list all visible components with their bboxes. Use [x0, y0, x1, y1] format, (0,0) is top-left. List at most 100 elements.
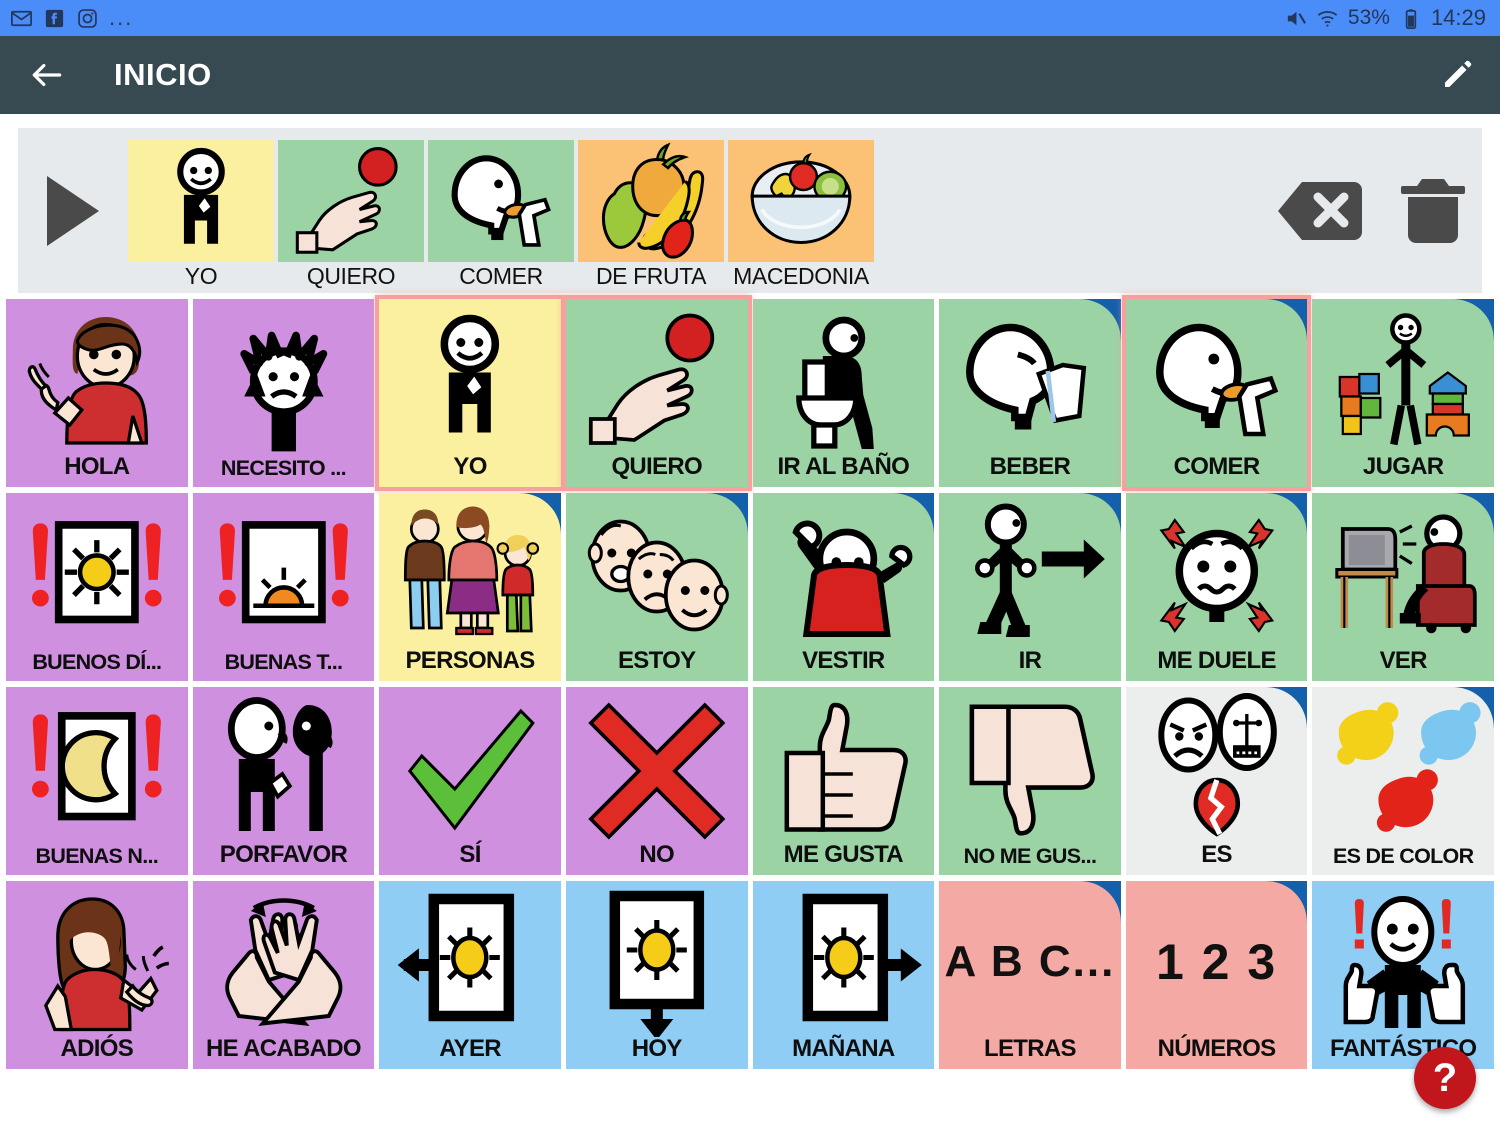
grid-cell: HOLA [6, 299, 188, 487]
sun-window-icon [6, 493, 188, 652]
pictogram-tile-letras[interactable]: A B C... LETRAS [939, 881, 1121, 1069]
pictogram-tile-label: MAÑANA [792, 1035, 895, 1062]
pictogram-tile-estoy[interactable]: ESTOY [565, 493, 748, 681]
pictogram-tile-beber[interactable]: BEBER [939, 299, 1121, 487]
sun-right-arrow-icon [753, 881, 935, 1037]
toilet-icon [753, 299, 935, 455]
pictogram-tile-label: BUENAS N... [35, 843, 159, 868]
pictogram-tile-label: BEBER [989, 453, 1071, 480]
battery-percent-label: 53% [1347, 6, 1390, 29]
pictogram-tile-fantástico[interactable]: FANTÁSTICO [1312, 881, 1494, 1069]
grid-cell: IR [939, 493, 1121, 681]
sentence-items: YO QUIERO COMER DE FRUTA MACEDONIA [128, 128, 874, 290]
123-text-label: 1 2 3 [1155, 934, 1278, 990]
facebook-icon [45, 9, 64, 27]
crossed-hands-icon [193, 881, 375, 1037]
pictogram-tile-ir-al-baño[interactable]: IR AL BAÑO [752, 299, 935, 487]
pictogram-tile-comer[interactable]: COMER [1121, 295, 1312, 491]
pictogram-tile-label: NO ME GUS... [963, 843, 1097, 868]
play-icon [47, 175, 99, 246]
sentence-item-label: MACEDONIA [733, 263, 869, 289]
pictogram-tile-es-de-color[interactable]: ES DE COLOR [1312, 687, 1494, 875]
head-eat-icon [1126, 299, 1308, 455]
pictogram-tile-sí[interactable]: SÍ [379, 687, 561, 875]
pictogram-tile-no[interactable]: NO [565, 687, 748, 875]
pictogram-tile-he-acabado[interactable]: HE ACABADO [192, 881, 375, 1069]
play-toys-icon [1312, 299, 1494, 455]
pictogram-tile-hola[interactable]: HOLA [6, 299, 188, 487]
pictogram-tile-label: IR AL BAÑO [777, 453, 910, 480]
grid-cell: HOY [565, 881, 748, 1069]
pictogram-tile-vestir[interactable]: VESTIR [752, 493, 935, 681]
pictogram-tile-label: ES DE COLOR [1332, 843, 1474, 868]
grid-cell: COMER [1121, 295, 1312, 491]
page-title: INICIO [114, 57, 212, 92]
grid-cell: IR AL BAÑO [752, 299, 935, 487]
sentence-item[interactable]: YO [128, 140, 274, 290]
sentence-item[interactable]: COMER [428, 140, 574, 290]
pictogram-tile-me-duele[interactable]: ME DUELE [1125, 493, 1308, 681]
pictogram-tile-buenos-dí[interactable]: BUENOS DÍ... [6, 493, 188, 681]
back-arrow-icon[interactable] [28, 56, 66, 94]
pictogram-tile-label: VESTIR [802, 647, 885, 674]
pictogram-tile-label: PORFAVOR [219, 841, 348, 868]
pictogram-tile-necesito[interactable]: NECESITO ... [192, 299, 375, 487]
sentence-item-label: COMER [459, 263, 543, 289]
pictogram-grid: HOLA NECESITO ... YO QUIERO IR AL BAÑO B… [6, 295, 1494, 1069]
pictogram-tile-personas[interactable]: PERSONAS [379, 493, 561, 681]
trash-icon[interactable] [1398, 175, 1468, 247]
grid-cell: VESTIR [752, 493, 935, 681]
sentence-item[interactable]: MACEDONIA [728, 140, 874, 290]
sentence-item[interactable]: DE FRUTA [578, 140, 724, 290]
fruits-icon [578, 140, 724, 262]
gmail-icon [11, 10, 32, 26]
pencil-icon[interactable] [1440, 58, 1474, 92]
pictogram-tile-hoy[interactable]: HOY [565, 881, 748, 1069]
thumb-down-icon [939, 687, 1121, 846]
pictogram-tile-label: ESTOY [617, 647, 696, 674]
pictogram-tile-porfavor[interactable]: PORFAVOR [192, 687, 375, 875]
grid-cell: JUGAR [1312, 299, 1494, 487]
grid-cell: BUENOS DÍ... [6, 493, 188, 681]
pictogram-tile-ayer[interactable]: AYER [379, 881, 561, 1069]
pictogram-tile-label: LETRAS [984, 1035, 1077, 1062]
grid-cell: NECESITO ... [192, 299, 375, 487]
grid-cell: PORFAVOR [192, 687, 375, 875]
pictogram-tile-mañana[interactable]: MAÑANA [752, 881, 935, 1069]
pictogram-tile-label: PERSONAS [405, 647, 536, 674]
battery-icon [1405, 8, 1417, 29]
sun-left-arrow-icon [379, 881, 561, 1037]
pictogram-tile-yo[interactable]: YO [375, 295, 565, 491]
face-pain-icon [1126, 493, 1308, 649]
sentence-item[interactable]: QUIERO [278, 140, 424, 290]
pictogram-tile-ir[interactable]: IR [939, 493, 1121, 681]
pictogram-tile-números[interactable]: 1 2 3 NÚMEROS [1125, 881, 1308, 1069]
pictogram-tile-ver[interactable]: VER [1312, 493, 1494, 681]
sentence-actions [1276, 128, 1468, 293]
grid-cell: ADIÓS [6, 881, 188, 1069]
grid-cell: SÍ [379, 687, 561, 875]
grid-cell: ME GUSTA [752, 687, 935, 875]
pictogram-tile-no-me-gus[interactable]: NO ME GUS... [939, 687, 1121, 875]
pictogram-tile-quiero[interactable]: QUIERO [561, 295, 752, 491]
123-text-icon: 1 2 3 [1126, 881, 1308, 1037]
girl-waving-icon [6, 299, 188, 455]
grid-cell: ME DUELE [1125, 493, 1308, 681]
faces-broken-heart-icon [1126, 687, 1308, 843]
pictogram-tile-es[interactable]: ES [1125, 687, 1308, 875]
instagram-icon [78, 8, 97, 28]
pictogram-tile-label: SÍ [459, 841, 481, 868]
grid-cell: A B C... LETRAS [939, 881, 1121, 1069]
backspace-icon[interactable] [1276, 180, 1364, 242]
pictogram-tile-label: HE ACABADO [206, 1035, 361, 1062]
pictogram-tile-buenas-t[interactable]: BUENAS T... [192, 493, 375, 681]
pictogram-tile-buenas-n[interactable]: BUENAS N... [6, 687, 188, 875]
head-drink-icon [939, 299, 1121, 455]
person-self-icon [379, 299, 561, 455]
help-button[interactable]: ? [1414, 1047, 1476, 1109]
pictogram-tile-jugar[interactable]: JUGAR [1312, 299, 1494, 487]
grid-cell: PERSONAS [379, 493, 561, 681]
pictogram-tile-me-gusta[interactable]: ME GUSTA [752, 687, 935, 875]
pictogram-tile-adiós[interactable]: ADIÓS [6, 881, 188, 1069]
play-button[interactable] [18, 128, 128, 293]
